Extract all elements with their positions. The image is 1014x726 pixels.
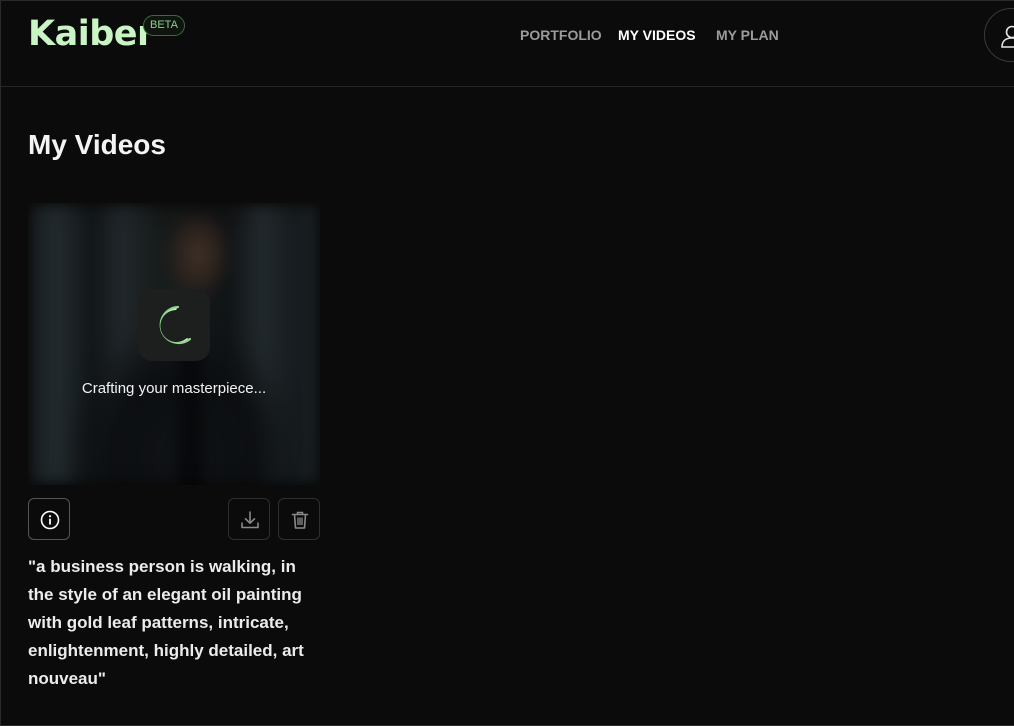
video-info-button[interactable] xyxy=(28,498,70,540)
loading-spinner-icon xyxy=(159,305,192,345)
trash-icon xyxy=(291,511,309,529)
loading-indicator xyxy=(138,289,210,361)
nav-portfolio[interactable]: PORTFOLIO xyxy=(520,27,602,43)
video-delete-button[interactable] xyxy=(278,498,320,540)
profile-button[interactable] xyxy=(984,8,1014,62)
video-prompt-text: "a business person is walking, in the st… xyxy=(28,557,304,688)
video-status-text: Crafting your masterpiece... xyxy=(81,380,267,397)
kaiber-logo[interactable]: Kaiber xyxy=(28,14,154,54)
beta-badge: BETA xyxy=(143,15,185,36)
page-title: My Videos xyxy=(28,129,166,160)
video-thumbnail[interactable]: Crafting your masterpiece... xyxy=(28,203,320,485)
video-download-button[interactable] xyxy=(228,498,270,540)
user-icon xyxy=(1001,25,1014,48)
nav-my-plan[interactable]: MY PLAN xyxy=(716,27,779,43)
info-icon xyxy=(40,510,60,530)
download-icon xyxy=(241,511,259,529)
nav-my-videos[interactable]: MY VIDEOS xyxy=(618,27,696,43)
top-header: Kaiber BETA PORTFOLIO MY VIDEOS MY PLAN xyxy=(0,0,1014,87)
